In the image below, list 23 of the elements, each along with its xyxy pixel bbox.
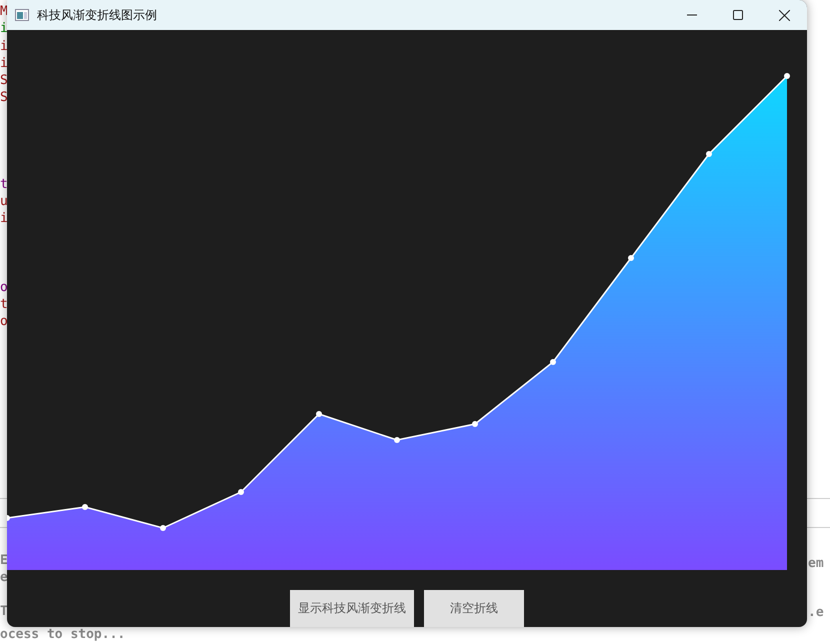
code-text: i [0,210,8,228]
console-text: T [0,603,8,620]
code-text: o [0,278,8,296]
code-text: S [0,89,8,107]
code-text: u [0,193,8,210]
close-icon [778,10,790,20]
console-text: e [0,569,8,586]
clear-button[interactable]: 清空折线 [424,590,524,627]
code-text: i [0,20,8,38]
window-icon [15,9,29,21]
code-text: i [0,38,8,55]
code-text: t [0,176,8,194]
maximize-icon [733,10,743,20]
code-text: i [0,54,8,72]
code-text: o [0,313,8,331]
console-text: em [808,555,824,572]
console-text: ocess to stop... [0,626,126,643]
show-line-button[interactable]: 显示科技风渐变折线 [290,590,414,627]
code-text: t [0,296,8,314]
console-text: E [0,552,8,569]
window-title: 科技风渐变折线图示例 [37,6,157,24]
code-text: S [0,72,8,90]
console-text: .e [808,604,824,621]
